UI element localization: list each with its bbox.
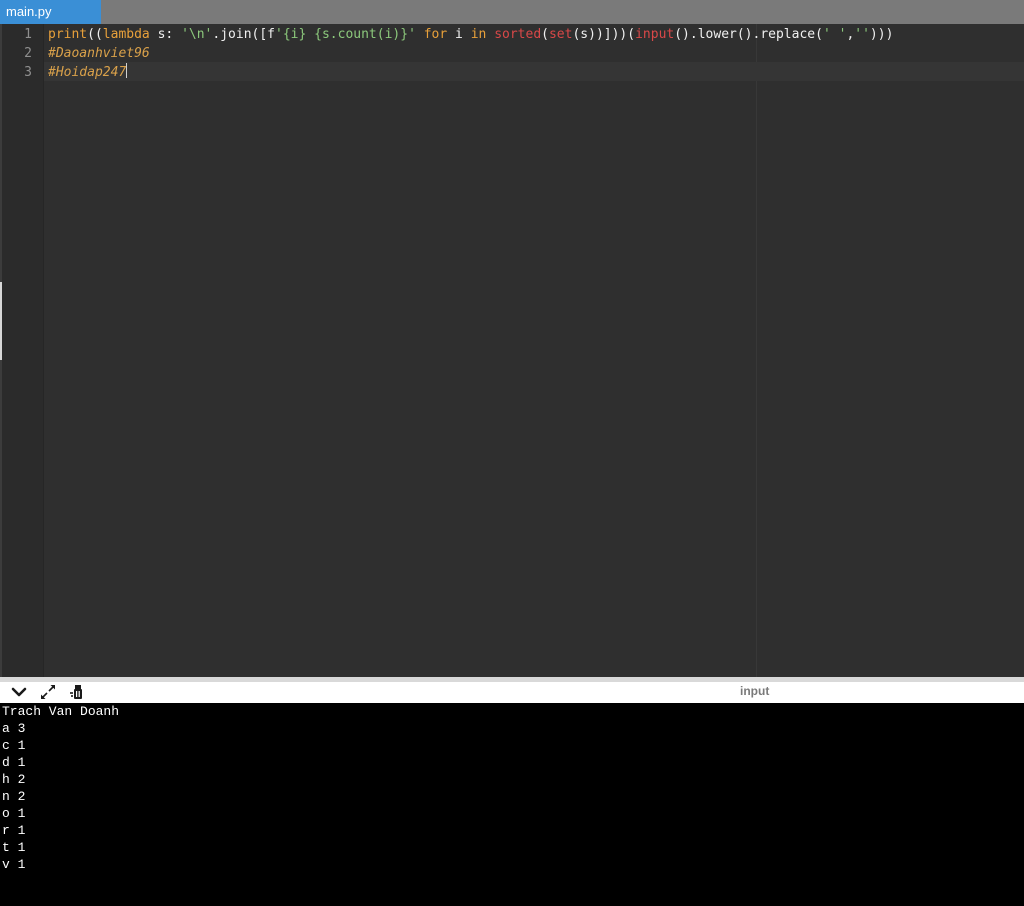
code-token: (( <box>87 27 103 42</box>
code-token: for <box>423 27 448 42</box>
code-token: lambda <box>102 27 150 42</box>
code-token: (s))]))( <box>572 27 636 42</box>
line-number: 2 <box>24 46 32 61</box>
console-output[interactable]: Trach Van Doanh a 3 c 1 d 1 h 2 n 2 o 1 … <box>0 703 1024 906</box>
code-token: i <box>447 27 471 42</box>
code-text-area[interactable]: print((lambda s: '\n'.join([f'{i} {s.cou… <box>44 24 1024 677</box>
code-comment: #Hoidap247 <box>48 65 127 80</box>
console-line: v 1 <box>2 857 26 872</box>
code-line-1[interactable]: print((lambda s: '\n'.join([f'{i} {s.cou… <box>48 25 893 44</box>
console-line: c 1 <box>2 738 26 753</box>
console-title: input <box>740 684 770 698</box>
console-line: Trach Van Doanh <box>2 704 120 719</box>
console-line: t 1 <box>2 840 26 855</box>
expand-console-button[interactable] <box>39 684 57 701</box>
code-token: '' <box>854 27 870 42</box>
console-line: a 3 <box>2 721 26 736</box>
console-line: d 1 <box>2 755 26 770</box>
code-line-2[interactable]: #Daoanhviet96 <box>48 44 150 63</box>
code-line-3[interactable]: #Hoidap247 <box>48 63 128 82</box>
line-number: 3 <box>24 65 32 80</box>
console-line: h 2 <box>2 772 26 787</box>
code-token: '\n' <box>181 27 213 42</box>
code-editor[interactable]: 1 2 3 print((lambda s: '\n'.join([f'{i} … <box>0 24 1024 677</box>
code-token: print <box>48 27 88 42</box>
text-cursor <box>126 63 128 78</box>
print-margin <box>756 24 757 677</box>
code-token: in <box>470 27 487 42</box>
console-line: n 2 <box>2 789 26 804</box>
active-line-highlight <box>44 62 1024 81</box>
ide-window: main.py 1 2 3 print((lambda s: '\n'.join… <box>0 0 1024 906</box>
code-token: ))) <box>869 27 894 42</box>
collapse-console-button[interactable] <box>10 684 28 701</box>
tab-main-py[interactable]: main.py <box>0 0 101 24</box>
clear-console-button[interactable] <box>68 684 86 701</box>
code-token: set <box>548 27 573 42</box>
console-line: r 1 <box>2 823 26 838</box>
code-token: '{i} {s.count(i)}' <box>275 27 416 42</box>
code-token: input <box>635 27 675 42</box>
console-line: o 1 <box>2 806 26 821</box>
code-token: ( <box>541 27 549 42</box>
code-token: ' ' <box>822 27 847 42</box>
line-number: 1 <box>24 27 32 42</box>
code-comment: #Daoanhviet96 <box>48 46 150 61</box>
code-token: sorted <box>494 27 542 42</box>
code-token: ().lower().replace( <box>674 27 823 42</box>
line-number-gutter: 1 2 3 <box>2 24 44 677</box>
console-toolbar: input <box>0 682 1024 703</box>
tab-bar: main.py <box>0 0 1024 24</box>
code-token: .join([f <box>212 27 276 42</box>
code-token: s: <box>149 27 182 42</box>
